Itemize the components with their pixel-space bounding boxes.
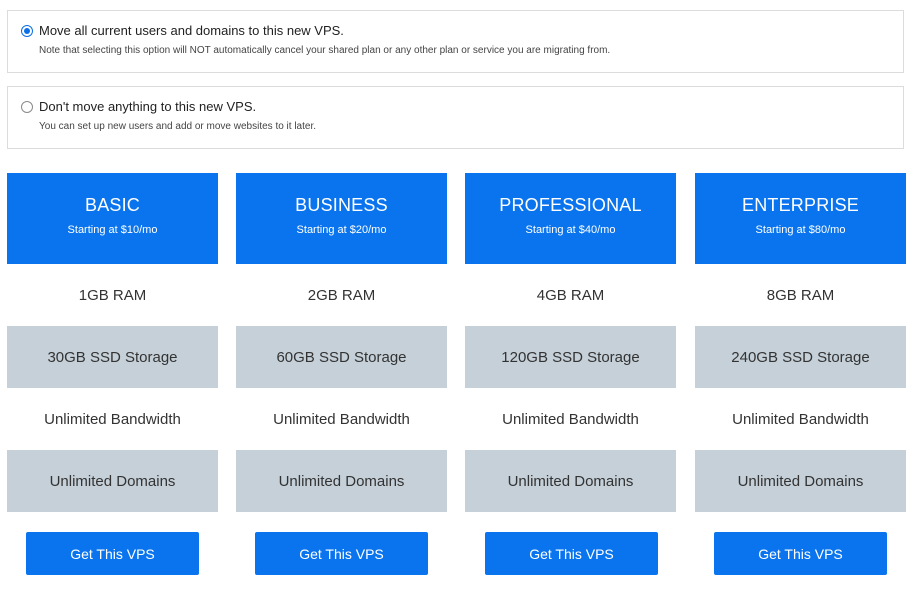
plan-card-basic: BASIC Starting at $10/mo 1GB RAM 30GB SS… bbox=[7, 173, 218, 512]
plan-bandwidth: Unlimited Bandwidth bbox=[44, 410, 181, 428]
plan-ram: 4GB RAM bbox=[536, 286, 605, 304]
plan-name: ENTERPRISE bbox=[741, 195, 860, 215]
migrate-none-option[interactable]: Don't move anything to this new VPS. You… bbox=[7, 86, 904, 149]
plan-name: PROFESSIONAL bbox=[499, 195, 642, 215]
plan-price: Starting at $80/mo bbox=[755, 224, 846, 236]
plan-domains: Unlimited Domains bbox=[465, 450, 676, 512]
plan-domains: Unlimited Domains bbox=[695, 450, 906, 512]
plan-card-professional: PROFESSIONAL Starting at $40/mo 4GB RAM … bbox=[465, 173, 676, 512]
plan-name: BUSINESS bbox=[295, 195, 388, 215]
migrate-all-title: Move all current users and domains to th… bbox=[39, 23, 344, 38]
plan-bandwidth: Unlimited Bandwidth bbox=[732, 410, 869, 428]
plan-storage: 30GB SSD Storage bbox=[7, 326, 218, 388]
get-business-vps-button[interactable]: Get This VPS bbox=[255, 532, 428, 575]
plan-price: Starting at $20/mo bbox=[296, 224, 387, 236]
plan-price: Starting at $40/mo bbox=[525, 224, 616, 236]
migrate-none-radio[interactable] bbox=[21, 101, 33, 113]
plan-bandwidth: Unlimited Bandwidth bbox=[273, 410, 410, 428]
migrate-none-note: You can set up new users and add or move… bbox=[39, 121, 317, 132]
migrate-all-note: Note that selecting this option will NOT… bbox=[39, 45, 611, 56]
plan-storage: 240GB SSD Storage bbox=[695, 326, 906, 388]
plan-domains: Unlimited Domains bbox=[236, 450, 447, 512]
plan-header: BUSINESS Starting at $20/mo bbox=[236, 173, 447, 264]
plan-header: BASIC Starting at $10/mo bbox=[7, 173, 218, 264]
plan-ram: 8GB RAM bbox=[766, 286, 835, 304]
plan-name: BASIC bbox=[84, 195, 141, 215]
plan-ram: 2GB RAM bbox=[307, 286, 376, 304]
get-enterprise-vps-button[interactable]: Get This VPS bbox=[714, 532, 887, 575]
plan-price: Starting at $10/mo bbox=[67, 224, 158, 236]
migrate-all-option[interactable]: Move all current users and domains to th… bbox=[7, 10, 904, 73]
plan-header: ENTERPRISE Starting at $80/mo bbox=[695, 173, 906, 264]
plan-storage: 60GB SSD Storage bbox=[236, 326, 447, 388]
plan-bandwidth: Unlimited Bandwidth bbox=[502, 410, 639, 428]
migrate-all-radio[interactable] bbox=[21, 25, 33, 37]
get-basic-vps-button[interactable]: Get This VPS bbox=[26, 532, 199, 575]
migrate-none-title: Don't move anything to this new VPS. bbox=[39, 99, 257, 114]
plan-ram: 1GB RAM bbox=[78, 286, 147, 304]
plan-card-enterprise: ENTERPRISE Starting at $80/mo 8GB RAM 24… bbox=[695, 173, 906, 512]
plan-header: PROFESSIONAL Starting at $40/mo bbox=[465, 173, 676, 264]
plan-domains: Unlimited Domains bbox=[7, 450, 218, 512]
get-professional-vps-button[interactable]: Get This VPS bbox=[485, 532, 658, 575]
plan-storage: 120GB SSD Storage bbox=[465, 326, 676, 388]
plan-card-business: BUSINESS Starting at $20/mo 2GB RAM 60GB… bbox=[236, 173, 447, 512]
